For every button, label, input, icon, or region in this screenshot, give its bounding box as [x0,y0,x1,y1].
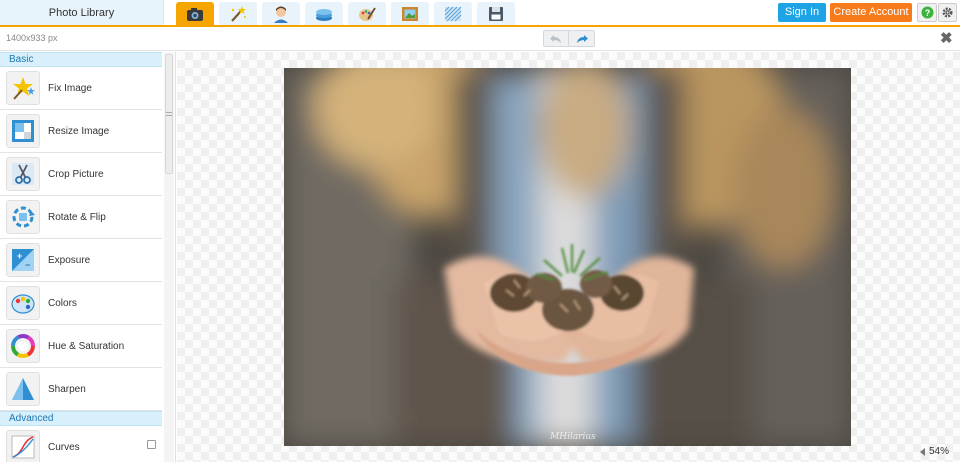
menu-item-sharpen[interactable]: Sharpen [0,368,162,411]
section-basic-header: Basic [0,52,162,67]
tab-save[interactable] [477,2,515,25]
sign-in-button[interactable]: Sign In [778,3,826,22]
tools-sidebar: Basic Fix Image Resize Image Crop Pictur… [0,52,176,462]
resize-icon [12,120,34,142]
menu-item-resize-image[interactable]: Resize Image [0,110,162,153]
image-info-bar: 1400x933 px ✖ [0,27,960,51]
crop-icon [12,163,34,185]
image-dimensions: 1400x933 px [6,33,58,43]
editor-canvas[interactable]: MHilarius [177,52,960,462]
menu-item-label: Crop Picture [48,168,104,180]
menu-item-label: Curves [48,441,80,453]
menu-item-label: Fix Image [48,82,92,94]
create-account-button[interactable]: Create Account [830,3,912,22]
help-button[interactable]: ? [917,3,937,22]
undo-button[interactable] [543,30,569,47]
top-toolbar: Photo Library Sign In Create Account ? [0,0,960,27]
zoom-control[interactable]: 54% [920,446,949,457]
undo-icon [550,34,561,43]
menu-item-rotate-flip[interactable]: Rotate & Flip [0,196,162,239]
tab-paint[interactable] [348,2,386,25]
menu-item-label: Colors [48,297,77,309]
sharpen-icon [12,378,34,400]
zoom-arrow-icon[interactable] [920,447,925,456]
svg-text:+: + [17,251,22,261]
menu-item-label: Sharpen [48,383,86,395]
menu-item-label: Hue & Saturation [48,340,125,352]
redo-button[interactable] [569,30,595,47]
curves-icon [11,435,35,459]
close-icon[interactable]: ✖ [940,31,953,46]
save-icon [489,6,503,21]
texture-icon [444,6,462,21]
tab-effects[interactable] [219,2,257,25]
menu-item-label: Rotate & Flip [48,211,106,223]
rotate-icon [12,206,35,228]
tab-portrait[interactable] [262,2,300,25]
menu-item-label: Exposure [48,254,91,266]
photo-image [284,68,851,446]
zoom-level: 54% [929,446,950,457]
tab-frames[interactable] [391,2,429,25]
premium-badge-icon [147,440,156,449]
frame-icon [402,6,418,21]
section-advanced-header: Advanced [0,411,162,426]
tab-textures[interactable] [434,2,472,25]
magic-wand-icon [231,5,246,22]
face-icon [274,6,288,23]
svg-text:?: ? [924,8,930,18]
menu-item-hue-saturation[interactable]: Hue & Saturation [0,325,162,368]
palette-brush-icon [359,7,376,21]
gear-icon [942,7,953,18]
tab-overlays[interactable] [305,2,343,25]
fix-image-icon [13,77,35,100]
svg-text:−: − [25,260,30,270]
tools-panel: Basic Fix Image Resize Image Crop Pictur… [0,52,162,462]
menu-item-colors[interactable]: Colors [0,282,162,325]
menu-item-fix-image[interactable]: Fix Image [0,67,162,110]
hue-saturation-icon [11,334,35,358]
redo-icon [576,34,588,43]
tab-camera[interactable] [176,2,214,25]
menu-item-curves[interactable]: Curves [0,426,162,462]
menu-item-exposure[interactable]: + − Exposure [0,239,162,282]
help-icon: ? [921,6,933,19]
settings-button[interactable] [938,3,957,22]
exposure-icon: + − [12,249,34,271]
photo-watermark: MHilarius [550,432,596,442]
layers-icon [316,8,332,21]
tool-tabs [176,2,515,25]
menu-item-label: Resize Image [48,125,110,137]
scrollbar-grip-icon [166,112,172,116]
photo-library-tab[interactable]: Photo Library [0,0,164,25]
colors-icon [11,294,35,314]
camera-icon [187,7,203,21]
menu-item-crop-picture[interactable]: Crop Picture [0,153,162,196]
edited-photo[interactable]: MHilarius [284,68,851,446]
